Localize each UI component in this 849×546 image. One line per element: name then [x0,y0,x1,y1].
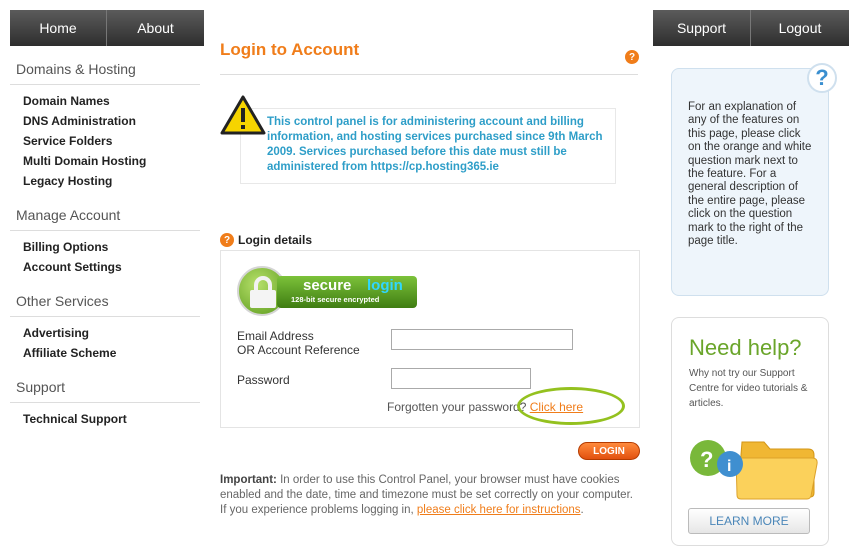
login-details-heading: ? Login details [220,233,312,247]
login-button[interactable]: LOGIN [578,442,640,460]
need-help-title: Need help? [689,335,802,360]
nav-about-label: About [137,20,174,36]
password-field[interactable] [391,368,531,389]
sidebar-list-other-services: Advertising Affiliate Scheme [10,317,200,373]
svg-text:?: ? [700,447,713,472]
need-help-text: Why not try our Support Centre for video… [689,368,808,409]
sidebar-list-domains: Domain Names DNS Administration Service … [10,85,200,201]
secure-login-badge: secure login 128-bit secure encrypted [237,266,417,316]
svg-text:i: i [727,458,731,475]
sidebar-item-technical-support[interactable]: Technical Support [10,409,200,429]
important-label: Important: [220,474,277,486]
sidebar-item-multi-domain-hosting[interactable]: Multi Domain Hosting [10,151,200,171]
sidebar: Domains & Hosting Domain Names DNS Admin… [10,55,200,439]
help-question-icon: ? [807,63,837,93]
email-label-line1: Email Address [237,329,314,343]
email-label-line2: OR Account Reference [237,343,360,357]
login-form: secure login 128-bit secure encrypted Em… [220,250,640,428]
sidebar-item-dns-administration[interactable]: DNS Administration [10,111,200,131]
sidebar-item-legacy-hosting[interactable]: Legacy Hosting [10,171,200,191]
page-help-icon[interactable]: ? [625,50,639,64]
login-details-help-icon[interactable]: ? [220,233,234,247]
nav-home-label: Home [39,20,77,36]
page-title: Login to Account [220,40,360,59]
need-help-panel: Need help? Why not try our Support Centr… [671,317,829,546]
login-details-label: Login details [238,233,313,247]
password-label: Password [237,373,290,387]
sidebar-list-manage-account: Billing Options Account Settings [10,231,200,287]
instructions-link[interactable]: please click here for instructions [417,504,581,516]
nav-logout[interactable]: Logout [751,10,849,46]
help-panel-text: For an explanation of any of the feature… [688,101,812,248]
support-folder-icon: ? i [690,440,818,500]
sidebar-heading-manage-account: Manage Account [10,201,200,231]
forgot-password-text: Forgotten your password? [387,400,527,414]
sidebar-item-billing-options[interactable]: Billing Options [10,237,200,257]
title-divider [220,74,638,75]
email-label: Email Address OR Account Reference [237,329,360,357]
secure-subtitle: 128-bit secure encrypted [291,295,380,304]
sidebar-heading-other-services: Other Services [10,287,200,317]
nav-support[interactable]: Support [653,10,751,46]
sidebar-item-affiliate-scheme[interactable]: Affiliate Scheme [10,343,200,363]
nav-about[interactable]: About [107,10,204,46]
learn-more-button[interactable]: LEARN MORE [688,508,810,534]
nav-home[interactable]: Home [10,10,107,46]
sidebar-item-service-folders[interactable]: Service Folders [10,131,200,151]
email-field[interactable] [391,329,573,350]
important-end: . [580,504,584,516]
login-word: login [367,277,403,294]
help-panel: ? For an explanation of any of the featu… [671,63,837,296]
sidebar-heading-support: Support [10,373,200,403]
sidebar-list-support: Technical Support [10,403,200,439]
nav-support-label: Support [676,20,727,36]
important-note: Important: In order to use this Control … [220,473,640,518]
notice-text: This control panel is for administering … [267,116,603,173]
sidebar-item-account-settings[interactable]: Account Settings [10,257,200,277]
secure-word: secure [303,277,352,294]
sidebar-item-advertising[interactable]: Advertising [10,323,200,343]
nav-logout-label: Logout [778,20,822,36]
notice-box: This control panel is for administering … [240,108,616,184]
warning-icon [220,95,266,135]
main-content: Login to Account ? This control panel is… [220,40,640,516]
sidebar-item-domain-names[interactable]: Domain Names [10,91,200,111]
highlight-ellipse [517,387,625,425]
sidebar-heading-domains: Domains & Hosting [10,55,200,85]
